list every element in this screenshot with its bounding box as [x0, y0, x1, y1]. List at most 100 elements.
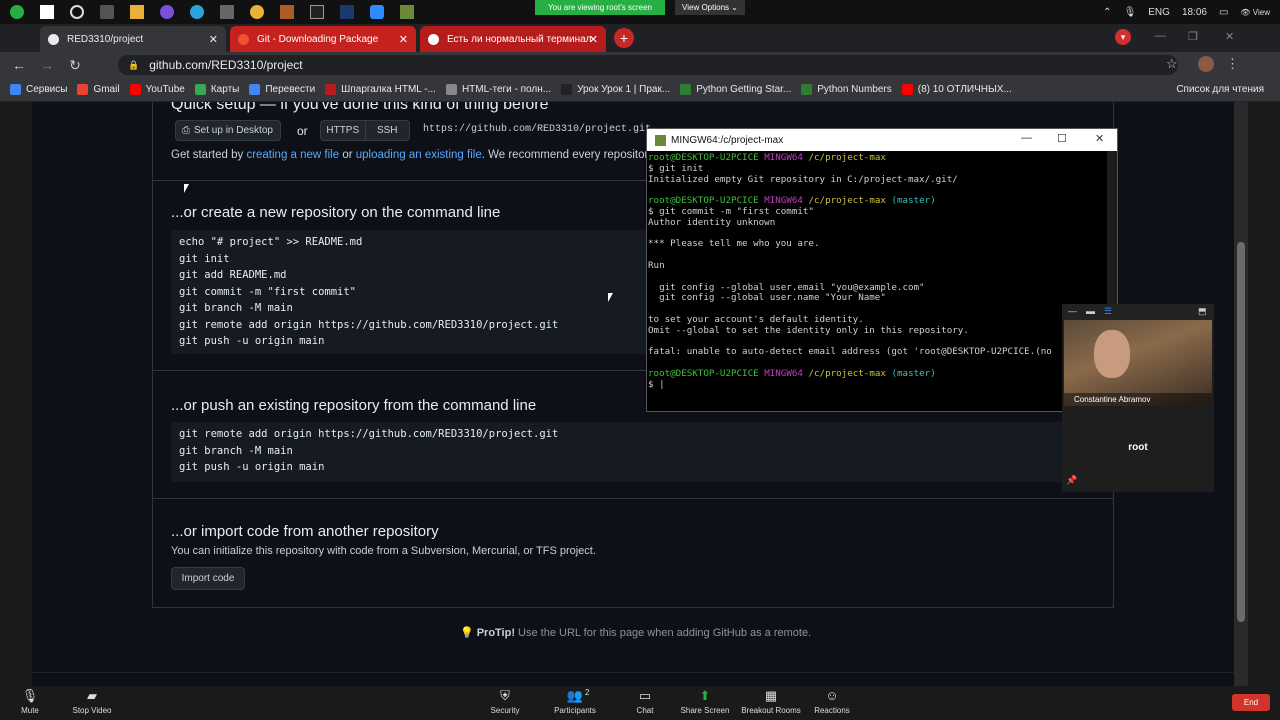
github-icon [48, 33, 59, 45]
shield-status-icon [10, 5, 24, 19]
tab-search-icon[interactable]: ▾ [1115, 29, 1131, 45]
browser-tab-bar: RED3310/project ✕ Git - Downloading Pack… [0, 24, 1280, 52]
prompt-path: /c/project-max [808, 153, 886, 163]
zoom-chat-button[interactable]: ▭ Chat [615, 688, 675, 715]
participant-name: Constantine Abramov [1064, 393, 1212, 406]
tab-git-download[interactable]: Git - Downloading Package ✕ [230, 26, 416, 52]
bookmark-item[interactable]: Python Getting Star... [680, 84, 791, 95]
bookmark-favicon-icon [129, 84, 141, 95]
zoom-icon[interactable] [370, 5, 384, 19]
zoom-mute-button[interactable]: 🎙 Mute [0, 688, 60, 715]
microphone-icon: 🎙 [21, 688, 39, 703]
language-indicator[interactable]: ENG [1148, 7, 1170, 18]
close-icon[interactable]: ✕ [1095, 132, 1104, 145]
tab-title: Git - Downloading Package [257, 33, 379, 45]
terminal-icon[interactable] [310, 5, 324, 19]
zoom-reactions-button[interactable]: ☺ Reactions [802, 688, 862, 715]
screen: ⌃ 🎙 ENG 18:06 ▭ 👁 View You are viewing r… [0, 0, 1280, 720]
bookmark-item[interactable]: Перевести [249, 84, 315, 95]
upload-existing-file-link[interactable]: uploading an existing file [356, 149, 482, 161]
app-icon[interactable] [220, 5, 234, 19]
bookmark-item[interactable]: Шпаргалка HTML -... [325, 84, 436, 95]
zoom-share-screen-button[interactable]: ⬆ Share Screen [675, 688, 735, 715]
close-icon[interactable]: ✕ [589, 33, 598, 46]
close-window-icon[interactable]: ✕ [1225, 30, 1234, 43]
bookmark-item[interactable]: Карты [194, 84, 239, 95]
zoom-button-label: Share Screen [680, 706, 730, 715]
notifications-icon[interactable]: ▭ [1219, 7, 1228, 18]
bookmark-item[interactable]: Gmail [77, 84, 120, 95]
close-icon[interactable]: ✕ [209, 33, 218, 46]
maximize-icon[interactable]: ❐ [1188, 30, 1198, 43]
scrollbar-thumb[interactable] [1237, 242, 1245, 622]
gallery-icon[interactable]: ▬ [1086, 306, 1095, 316]
address-bar[interactable]: 🔒 github.com/RED3310/project [118, 55, 1178, 75]
zoom-breakout-rooms-button[interactable]: ▦ Breakout Rooms [741, 688, 801, 715]
bookmark-label: (8) 10 ОТЛИЧНЫХ... [917, 84, 1012, 95]
microphone-icon[interactable]: 🎙 [1124, 7, 1137, 18]
speaker-view-icon[interactable]: ☰ [1104, 306, 1112, 317]
end-meeting-button[interactable]: End [1232, 694, 1270, 711]
back-arrow-icon[interactable]: ← [10, 57, 28, 73]
terminal-window[interactable]: MINGW64:/c/project-max — ☐ ✕ root@DESKTO… [646, 128, 1118, 412]
reading-list-button[interactable]: Список для чтения [1176, 84, 1264, 95]
zoom-security-button[interactable]: ⛨ Security [475, 688, 535, 715]
ssh-button[interactable]: SSH [366, 121, 410, 140]
bookmark-item[interactable]: (8) 10 ОТЛИЧНЫХ... [901, 84, 1012, 95]
chrome-icon[interactable] [250, 5, 264, 19]
search-icon[interactable] [70, 5, 84, 19]
mouse-cursor [184, 184, 189, 193]
maximize-icon[interactable]: ☐ [1057, 132, 1067, 145]
zoom-button-label: Stop Video [72, 706, 112, 715]
bookmark-item[interactable]: Урок Урок 1 | Прак... [561, 84, 670, 95]
git-icon[interactable] [400, 5, 414, 19]
reload-icon[interactable]: ↻ [66, 57, 84, 74]
zoom-button-label: Mute [21, 706, 39, 715]
chevron-up-icon[interactable]: ⌃ [1103, 7, 1111, 18]
footer-divider [32, 672, 1234, 673]
import-code-button[interactable]: Import code [171, 567, 245, 590]
create-new-file-link[interactable]: creating a new file [246, 149, 339, 161]
profile-avatar[interactable] [1198, 56, 1214, 72]
https-button[interactable]: HTTPS [321, 121, 366, 140]
minimize-icon[interactable]: — [1068, 306, 1077, 316]
setup-desktop-button[interactable]: ⎙ Set up in Desktop [175, 120, 281, 141]
view-icon[interactable]: 👁 View [1240, 8, 1270, 17]
close-icon[interactable]: ✕ [399, 33, 408, 46]
photoshop-icon[interactable] [340, 5, 354, 19]
bookmark-item[interactable]: Python Numbers [801, 84, 892, 95]
zoom-participants-button[interactable]: 👥 Participants 2 [545, 688, 605, 715]
url-text[interactable]: github.com/RED3310/project [149, 58, 302, 72]
task-view-icon[interactable] [100, 5, 114, 19]
lock-icon[interactable]: 🔒 [128, 60, 139, 71]
clone-url-field[interactable]: https://github.com/RED3310/project.git [423, 124, 651, 135]
bookmark-item[interactable]: YouTube [129, 84, 185, 95]
input-line[interactable]: $ | [648, 379, 1108, 391]
clock[interactable]: 18:06 [1182, 7, 1207, 18]
telegram-icon[interactable] [190, 5, 204, 19]
tab-terminal-question[interactable]: Есть ли нормальный терминал ✕ [420, 26, 606, 52]
forward-arrow-icon[interactable]: → [38, 57, 56, 73]
app-icon[interactable] [160, 5, 174, 19]
new-tab-button[interactable]: + [614, 28, 634, 48]
terminal-output[interactable]: root@DESKTOP-U2PCICE MINGW64 /c/project-… [648, 153, 1108, 411]
pin-icon[interactable]: 📌 [1066, 475, 1077, 486]
bookmark-item[interactable]: HTML-теги - полн... [445, 84, 551, 95]
prompt-env: MINGW64 [764, 367, 803, 379]
page-scrollbar[interactable] [1234, 102, 1248, 686]
kebab-menu-icon[interactable]: ⋮ [1226, 56, 1239, 72]
app-icon[interactable] [280, 5, 294, 19]
minimize-icon[interactable]: — [1155, 30, 1166, 42]
minimize-icon[interactable]: — [1021, 132, 1032, 144]
file-explorer-icon[interactable] [130, 5, 144, 19]
tab-github-project[interactable]: RED3310/project ✕ [40, 26, 226, 52]
bookmark-star-icon[interactable]: ☆ [1166, 56, 1178, 72]
view-options-button[interactable]: View Options ⌄ [675, 0, 745, 15]
windows-start-icon[interactable] [40, 5, 54, 19]
bookmark-item[interactable]: Сервисы [10, 84, 67, 95]
prompt-line: root@DESKTOP-U2PCICE MINGW64 /c/project-… [648, 153, 1108, 164]
push-repo-code-block[interactable]: git remote add origin https://github.com… [171, 422, 1111, 482]
expand-icon[interactable]: ⬒ [1198, 306, 1207, 317]
zoom-stop-video-button[interactable]: ▰ Stop Video [62, 688, 122, 715]
terminal-titlebar[interactable]: MINGW64:/c/project-max — ☐ ✕ [647, 129, 1117, 151]
